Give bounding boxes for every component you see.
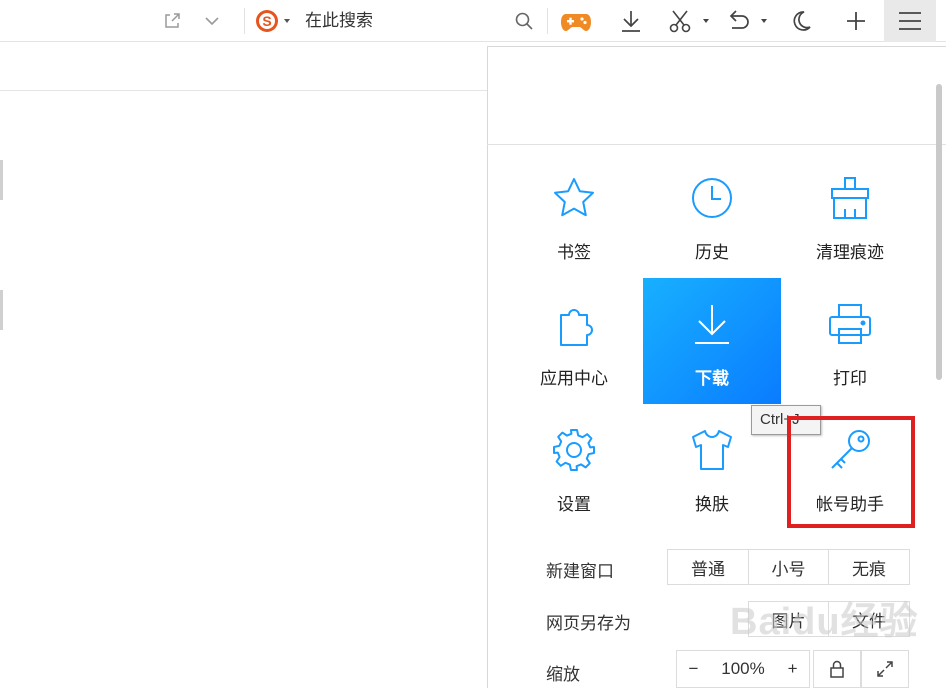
new-window-label: 新建窗口: [546, 562, 614, 581]
chevron-down-icon[interactable]: [200, 0, 224, 42]
menu-divider: [487, 144, 946, 145]
zoom-out-button[interactable]: −: [688, 659, 698, 679]
menu-tile-label: 换肤: [695, 495, 729, 514]
content-header-divider: [0, 90, 487, 91]
night-mode-icon[interactable]: [787, 0, 815, 42]
menu-tile-print[interactable]: 打印: [781, 278, 919, 404]
menu-tile-downloads[interactable]: 下载: [643, 278, 781, 404]
search-input[interactable]: 在此搜索: [305, 0, 373, 42]
zoom-value: 100%: [721, 659, 765, 678]
menu-tile-bookmarks[interactable]: 书签: [505, 152, 643, 278]
zoom-in-button[interactable]: +: [788, 659, 798, 679]
game-controller-icon[interactable]: [558, 0, 594, 42]
save-as-label: 网页另存为: [546, 614, 631, 633]
shirt-icon: [688, 426, 736, 474]
new-tab-icon[interactable]: [842, 0, 870, 42]
zoom-lock-button[interactable]: [813, 650, 861, 688]
share-icon[interactable]: [160, 0, 184, 42]
baidu-watermark: Baidu经验: [730, 601, 919, 643]
menu-scrollbar[interactable]: [936, 84, 942, 380]
new-window-normal-button[interactable]: 普通: [667, 549, 749, 585]
menu-tile-app-center[interactable]: 应用中心: [505, 278, 643, 404]
menu-tile-settings[interactable]: 设置: [505, 404, 643, 530]
clock-icon: [688, 174, 736, 222]
menu-tile-history[interactable]: 历史: [643, 152, 781, 278]
menu-tile-label: 清理痕迹: [816, 243, 884, 262]
menu-tile-label: 应用中心: [540, 369, 608, 388]
download-icon: [688, 300, 736, 348]
menu-tile-label: 书签: [557, 243, 591, 262]
broom-icon: [826, 174, 874, 222]
menu-tile-label: 历史: [695, 243, 729, 262]
content-edge-mark: [0, 290, 3, 330]
new-window-incognito-button[interactable]: 无痕: [828, 549, 910, 585]
toolbar-separator: [547, 8, 548, 34]
search-engine-selector[interactable]: S: [254, 0, 294, 42]
printer-icon: [826, 300, 874, 348]
browser-toolbar: S 在此搜索: [0, 0, 946, 42]
new-window-small-button[interactable]: 小号: [748, 549, 829, 585]
main-menu-button[interactable]: [884, 0, 936, 42]
fullscreen-button[interactable]: [861, 650, 909, 688]
annotation-highlight-box: [787, 416, 915, 528]
menu-tile-label: 设置: [557, 495, 591, 514]
search-icon[interactable]: [512, 0, 536, 42]
lock-icon: [830, 660, 844, 678]
toolbar-separator: [244, 8, 245, 34]
menu-tile-clear-traces[interactable]: 清理痕迹: [781, 152, 919, 278]
svg-text:S: S: [262, 13, 271, 29]
zoom-label: 缩放: [546, 665, 580, 684]
menu-tile-label: 下载: [695, 369, 729, 388]
content-edge-mark: [0, 160, 3, 200]
download-icon[interactable]: [617, 0, 645, 42]
scissors-icon[interactable]: [666, 0, 712, 42]
hamburger-icon: [899, 12, 921, 30]
zoom-control: − 100% +: [676, 650, 810, 688]
menu-tile-label: 打印: [833, 369, 867, 388]
undo-icon[interactable]: [724, 0, 770, 42]
gear-icon: [550, 426, 598, 474]
puzzle-icon: [550, 300, 598, 348]
star-icon: [550, 174, 598, 222]
expand-icon: [877, 661, 893, 677]
